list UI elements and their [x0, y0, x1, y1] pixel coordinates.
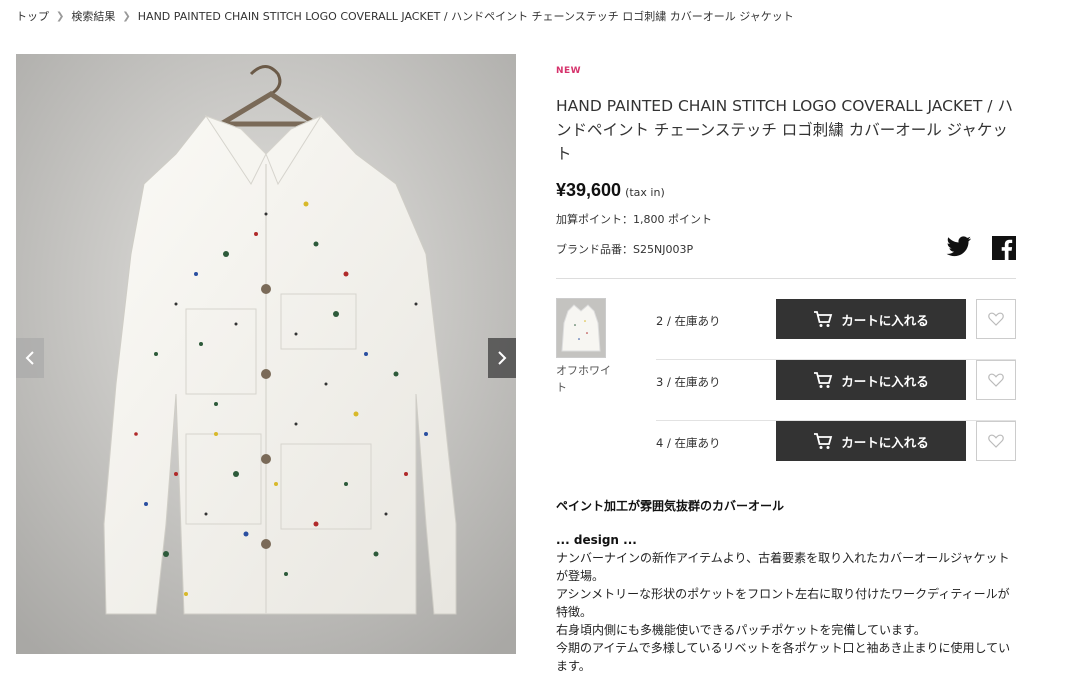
breadcrumb: トップ ❯ 検索結果 ❯ HAND PAINTED CHAIN STITCH L… [16, 8, 794, 24]
price-row: ¥39,600 (tax in) [556, 180, 665, 201]
thumbnail-photo [557, 299, 605, 357]
gallery-next-button[interactable] [488, 338, 516, 378]
add-to-cart-button[interactable]: カートに入れる [776, 299, 966, 339]
heart-icon [988, 373, 1004, 387]
chevron-left-icon [25, 351, 34, 365]
cart-icon [813, 310, 833, 328]
brand-code: ブランド品番：S25NJ003P [556, 243, 694, 256]
breadcrumb-search-results-link[interactable]: 検索結果 [71, 8, 115, 24]
heart-icon [988, 312, 1004, 326]
add-to-cart-button[interactable]: カートに入れる [776, 421, 966, 461]
facebook-icon [992, 236, 1016, 260]
product-photo [16, 54, 516, 654]
size-stock-label: 2 / 在庫あり [656, 314, 721, 328]
description-paragraph: ナンバーナインの新作アイテムより、古着要素を取り入れたカバーオールジャケットが登… [556, 551, 1010, 583]
section-divider [556, 278, 1016, 279]
breadcrumb-chevron-icon: ❯ [122, 10, 131, 22]
description-body: ナンバーナインの新作アイテムより、古着要素を取り入れたカバーオールジャケットが登… [556, 549, 1016, 673]
add-to-cart-label: カートに入れる [841, 312, 929, 328]
size-row: 3 / 在庫あり カートに入れる [656, 360, 1016, 421]
size-stock-label: 3 / 在庫あり [656, 375, 721, 389]
description-subheading: ... design ... [556, 533, 637, 547]
size-row: 2 / 在庫あり カートに入れる [656, 299, 1016, 360]
tax-note: (tax in) [625, 186, 665, 199]
size-row: 4 / 在庫あり カートに入れる [656, 421, 1016, 482]
points-info: 加算ポイント：1,800 ポイント [556, 213, 712, 226]
description-heading: ペイント加工が雰囲気抜群のカバーオール [556, 499, 785, 513]
gallery-prev-button[interactable] [16, 338, 44, 378]
color-name: オフホワイト [556, 364, 611, 394]
color-swatch-thumbnail[interactable] [556, 298, 606, 358]
twitter-icon [946, 236, 972, 257]
size-stock-label: 4 / 在庫あり [656, 436, 721, 450]
heart-icon [988, 434, 1004, 448]
breadcrumb-top-link[interactable]: トップ [16, 8, 49, 24]
breadcrumb-chevron-icon: ❯ [56, 10, 65, 22]
twitter-share-button[interactable] [946, 236, 972, 260]
description-paragraph: 右身頃内側にも多機能使いできるパッチポケットを完備しています。 [556, 623, 926, 637]
cart-icon [813, 371, 833, 389]
product-image-gallery [16, 54, 516, 654]
favorite-button[interactable] [976, 421, 1016, 461]
chevron-right-icon [498, 351, 507, 365]
facebook-share-button[interactable] [992, 236, 1018, 260]
favorite-button[interactable] [976, 299, 1016, 339]
new-badge: NEW [556, 66, 582, 76]
product-price: ¥39,600 [556, 180, 622, 200]
description-paragraph: 今期のアイテムで多様しているリベットを各ポケット口と袖あき止まりに使用しています… [556, 641, 1011, 673]
description-paragraph: アシンメトリーな形状のポケットをフロント左右に取り付けたワークディティールが特徴… [556, 587, 1010, 619]
add-to-cart-label: カートに入れる [841, 434, 929, 450]
product-title: HAND PAINTED CHAIN STITCH LOGO COVERALL … [556, 97, 1013, 163]
breadcrumb-current-page: HAND PAINTED CHAIN STITCH LOGO COVERALL … [137, 10, 794, 23]
cart-icon [813, 432, 833, 450]
add-to-cart-label: カートに入れる [841, 373, 929, 389]
add-to-cart-button[interactable]: カートに入れる [776, 360, 966, 400]
favorite-button[interactable] [976, 360, 1016, 400]
